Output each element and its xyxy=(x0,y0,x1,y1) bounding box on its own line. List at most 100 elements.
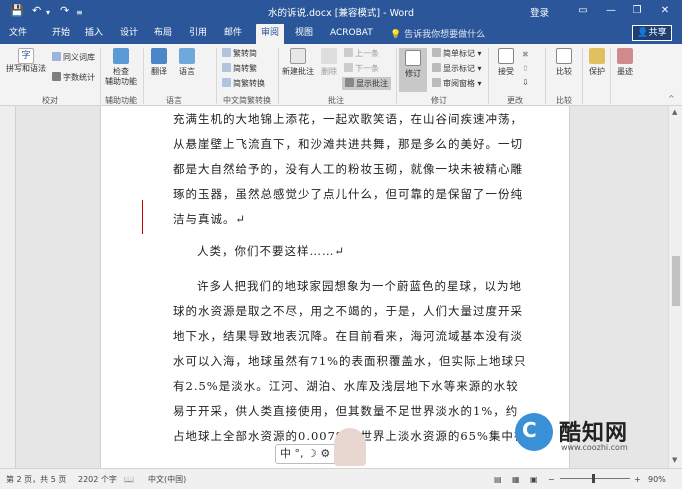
language-button[interactable]: 语言 xyxy=(174,48,200,77)
word-count[interactable]: 2202 个字 xyxy=(78,471,117,488)
proofing-group-label: 校对 xyxy=(42,96,58,105)
compare-button[interactable]: 比较 xyxy=(552,48,576,77)
accept-button[interactable]: 接受 xyxy=(494,48,518,77)
next-comment-button[interactable]: 下一条 xyxy=(344,63,379,74)
web-layout-icon[interactable]: ▣ xyxy=(530,471,538,488)
word-count-button[interactable]: 字数统计 xyxy=(52,72,95,83)
document-page[interactable]: 充满生机的大地锦上添花，一起欢歌笑语，在山谷间疾速冲荡， 从悬崖壁上飞流直下，和… xyxy=(100,106,570,468)
reviewing-pane-dropdown[interactable]: 审阅窗格 ▾ xyxy=(432,78,482,89)
ink-button[interactable]: 墨迹 xyxy=(614,48,636,77)
chinese-group-label: 中文简繁转换 xyxy=(223,96,271,105)
tab-file[interactable]: 文件 xyxy=(9,27,27,39)
read-mode-icon[interactable]: ▤ xyxy=(494,471,502,488)
scroll-down-icon[interactable]: ▼ xyxy=(672,456,677,464)
zoom-out-icon[interactable]: − xyxy=(548,471,555,488)
divider xyxy=(488,48,489,104)
restore-button[interactable]: ❐ xyxy=(626,2,648,20)
tell-me-text: 告诉我你想要做什么 xyxy=(404,30,486,40)
show-label: 显示批注 xyxy=(356,79,388,88)
tab-mailings[interactable]: 邮件 xyxy=(224,27,242,39)
protect-button[interactable]: 保护 xyxy=(586,48,608,77)
s2t-label: 简转繁 xyxy=(233,64,257,73)
page-count[interactable]: 第 2 页，共 5 页 xyxy=(6,471,66,488)
paragraph-line: 充满生机的大地锦上添花，一起欢歌笑语，在山谷间疾速冲荡， xyxy=(173,112,523,126)
simp-to-trad-button[interactable]: 简转繁 xyxy=(222,63,257,74)
zoom-slider-thumb[interactable] xyxy=(592,474,595,483)
new-comment-button[interactable]: 新建批注 xyxy=(280,48,316,77)
paragraph-line: 洁与真诚。↵ xyxy=(173,212,247,226)
markup-dropdown[interactable]: 简单标记 ▾ xyxy=(432,48,482,59)
close-button[interactable]: ✕ xyxy=(654,2,676,20)
next-icon xyxy=(344,63,353,72)
divider xyxy=(278,48,279,104)
pane-label: 审阅窗格 xyxy=(443,79,475,88)
tab-layout[interactable]: 布局 xyxy=(154,27,172,39)
ribbon-review: 字 拼写和语法 同义词库 字数统计 校对 检查 辅助功能 辅助功能 翻译 语言 … xyxy=(0,44,682,106)
new-comment-icon xyxy=(290,48,306,64)
translate-button[interactable]: 翻译 xyxy=(146,48,172,77)
prev-comment-button[interactable]: 上一条 xyxy=(344,48,379,59)
ribbon-display-options-icon[interactable]: ▭ xyxy=(572,2,594,20)
title-bar: 💾 ↶ ▾ ↷ ≡ 水的诉说.docx [兼容模式] - Word 登录 ▭ —… xyxy=(0,0,682,22)
markup-label: 简单标记 xyxy=(443,49,475,58)
next-change-icon[interactable]: ⇩ xyxy=(522,78,529,88)
paragraph-line: 易于开采，供人类直接使用，但其数量不足世界淡水的1%，约 xyxy=(173,404,519,418)
compare-label: 比较 xyxy=(556,67,572,76)
previous-change-icon[interactable]: ⇧ xyxy=(522,64,529,74)
paragraph-line: 球的水资源是取之不尽，用之不竭的，于是，人们大量过度开采 xyxy=(173,304,523,318)
paragraph-line: 琢的玉器，虽然总感觉少了点儿什么，但可靠的是保留了一份纯 xyxy=(173,187,523,201)
share-label: 共享 xyxy=(648,28,667,38)
paragraph-line: 许多人把我们的地球家园想象为一个蔚蓝色的星球，以为地 xyxy=(197,279,522,293)
reject-icon[interactable]: ✖ xyxy=(522,50,529,60)
tab-insert[interactable]: 插入 xyxy=(85,27,103,39)
next-label: 下一条 xyxy=(355,64,379,73)
delete-comment-button[interactable]: 删除 xyxy=(318,48,340,77)
track-changes-button[interactable]: 修订 xyxy=(399,48,427,92)
paragraph-line: 都是大自然给予的，没有人工的粉妆玉砌，就像一块未被精心雕 xyxy=(173,162,523,176)
trad-to-simp-button[interactable]: 繁转简 xyxy=(222,48,257,59)
check-accessibility-button[interactable]: 检查 辅助功能 xyxy=(103,48,139,87)
divider xyxy=(143,48,144,104)
zoom-level[interactable]: 90% xyxy=(648,471,666,488)
ink-icon xyxy=(617,48,633,64)
prev-icon xyxy=(344,48,353,57)
wordcount-label: 字数统计 xyxy=(63,73,95,82)
tab-design[interactable]: 设计 xyxy=(120,27,138,39)
paragraph-line: 有2.5%是淡水。江河、湖泊、水库及浅层地下水等来源的水较 xyxy=(173,379,519,393)
paragraph-line: 人类，你们不要这样……↵ xyxy=(197,244,346,258)
show-comments-button[interactable]: 显示批注 xyxy=(342,77,391,90)
zoom-in-icon[interactable]: + xyxy=(634,471,641,488)
spelling-grammar-button[interactable]: 字 拼写和语法 xyxy=(4,48,48,74)
zoom-slider[interactable] xyxy=(560,478,630,479)
show-markup-dropdown[interactable]: 显示标记 ▾ xyxy=(432,63,482,74)
new-comment-label: 新建批注 xyxy=(282,67,314,76)
share-button[interactable]: 👤共享 xyxy=(632,25,672,41)
thesaurus-button[interactable]: 同义词库 xyxy=(52,52,95,63)
tab-references[interactable]: 引用 xyxy=(189,27,207,39)
tab-review[interactable]: 审阅 xyxy=(256,24,285,44)
proofing-status-icon[interactable]: 📖 xyxy=(124,471,134,488)
divider xyxy=(582,48,583,104)
login-link[interactable]: 登录 xyxy=(530,5,549,19)
accept-icon xyxy=(498,48,514,64)
minimize-button[interactable]: — xyxy=(600,2,622,20)
convert-label: 简繁转换 xyxy=(233,79,265,88)
tab-view[interactable]: 视图 xyxy=(295,27,313,39)
chinese-convert-button[interactable]: 简繁转换 xyxy=(222,78,265,89)
spell-label: 拼写和语法 xyxy=(6,64,46,73)
tell-me-search[interactable]: 💡 告诉我你想要做什么 xyxy=(390,27,485,40)
tracking-group-label: 修订 xyxy=(431,96,447,105)
collapse-ribbon-icon[interactable]: ^ xyxy=(668,94,675,104)
paragraph-line: 从悬崖壁上飞流直下，和沙滩共进共舞，那是多么的美好。一切 xyxy=(173,137,523,151)
avatar xyxy=(334,428,366,466)
scroll-up-icon[interactable]: ▲ xyxy=(672,108,677,116)
tab-home[interactable]: 开始 xyxy=(52,27,70,39)
print-layout-icon[interactable]: ▦ xyxy=(512,471,520,488)
scroll-thumb[interactable] xyxy=(672,256,680,306)
watermark-logo: C xyxy=(515,413,553,451)
tab-acrobat[interactable]: ACROBAT xyxy=(330,27,373,39)
language-status[interactable]: 中文(中国) xyxy=(148,471,186,488)
paragraph-line: 水可以入海，地球虽然有71%的表面积覆盖水，但实际上地球只 xyxy=(173,354,527,368)
divider xyxy=(545,48,546,104)
book-icon xyxy=(52,52,61,61)
